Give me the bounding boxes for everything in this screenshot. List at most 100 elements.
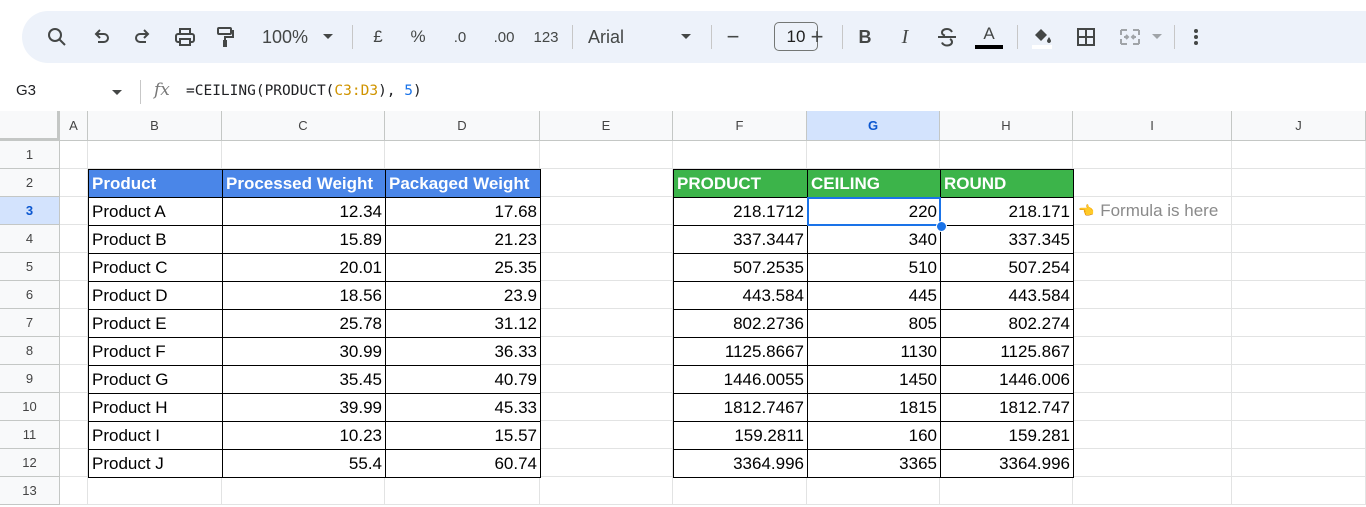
cell[interactable] xyxy=(1232,337,1366,365)
column-header-i[interactable]: I xyxy=(1073,111,1232,141)
zoom-select[interactable]: 100% xyxy=(255,11,315,63)
cell[interactable] xyxy=(940,477,1073,505)
percent-button[interactable]: % xyxy=(406,11,430,63)
left_table-cell[interactable]: 10.23 xyxy=(222,421,386,450)
right_table-cell[interactable]: 510 xyxy=(807,253,941,282)
right_table-cell[interactable]: 1812.747 xyxy=(940,393,1074,422)
left_table-cell[interactable]: Product C xyxy=(88,253,223,282)
cell[interactable] xyxy=(1073,281,1232,309)
right_table-cell[interactable]: 220 xyxy=(807,197,941,226)
cell[interactable] xyxy=(540,365,673,393)
row-header-9[interactable]: 9 xyxy=(0,365,60,393)
cell[interactable] xyxy=(540,141,673,169)
decrease-decimal-button[interactable]: .0 xyxy=(446,11,474,63)
cell[interactable] xyxy=(540,225,673,253)
row-header-11[interactable]: 11 xyxy=(0,421,60,449)
column-header-c[interactable]: C xyxy=(222,111,385,141)
left_table-cell[interactable]: Product J xyxy=(88,449,223,478)
right_table-cell[interactable]: 805 xyxy=(807,309,941,338)
left_table-cell[interactable]: Product H xyxy=(88,393,223,422)
column-header-f[interactable]: F xyxy=(673,111,807,141)
right_table-cell[interactable]: 443.584 xyxy=(940,281,1074,310)
left_table-cell[interactable]: Product A xyxy=(88,197,223,226)
column-header-a[interactable]: A xyxy=(60,111,88,141)
right_table-cell[interactable]: 340 xyxy=(807,225,941,254)
cell[interactable] xyxy=(1232,449,1366,477)
right_table-cell[interactable]: 507.2535 xyxy=(673,253,808,282)
cell[interactable] xyxy=(540,393,673,421)
font-chevron-down-icon[interactable] xyxy=(678,11,694,63)
right_table-cell[interactable]: 337.3447 xyxy=(673,225,808,254)
redo-icon[interactable] xyxy=(130,11,156,63)
cell[interactable] xyxy=(1232,365,1366,393)
left_table-cell[interactable]: 25.35 xyxy=(385,253,541,282)
cell[interactable] xyxy=(60,393,88,421)
paint-format-icon[interactable] xyxy=(212,11,238,63)
cell[interactable] xyxy=(540,309,673,337)
left_table-header-cell[interactable]: Processed Weight xyxy=(222,169,386,198)
cell[interactable] xyxy=(540,421,673,449)
left_table-cell[interactable]: Product G xyxy=(88,365,223,394)
right_table-cell[interactable]: 218.1712 xyxy=(673,197,808,226)
cell[interactable] xyxy=(1232,309,1366,337)
left_table-cell[interactable]: 21.23 xyxy=(385,225,541,254)
left_table-cell[interactable]: 31.12 xyxy=(385,309,541,338)
cell[interactable] xyxy=(1073,141,1232,169)
column-header-j[interactable]: J xyxy=(1232,111,1366,141)
cell[interactable] xyxy=(1073,449,1232,477)
cell[interactable] xyxy=(673,477,807,505)
undo-icon[interactable] xyxy=(88,11,114,63)
cell[interactable] xyxy=(88,141,222,169)
borders-icon[interactable] xyxy=(1074,11,1098,63)
cell[interactable] xyxy=(1073,309,1232,337)
merge-cells-icon[interactable] xyxy=(1116,11,1144,63)
cell[interactable] xyxy=(1073,169,1232,197)
right_table-cell[interactable]: 1446.006 xyxy=(940,365,1074,394)
left_table-cell[interactable]: Product F xyxy=(88,337,223,366)
row-header-7[interactable]: 7 xyxy=(0,309,60,337)
left_table-cell[interactable]: 23.9 xyxy=(385,281,541,310)
row-header-6[interactable]: 6 xyxy=(0,281,60,309)
right_table-cell[interactable]: 802.2736 xyxy=(673,309,808,338)
currency-button[interactable]: £ xyxy=(366,11,390,63)
cell[interactable] xyxy=(1232,281,1366,309)
row-header-10[interactable]: 10 xyxy=(0,393,60,421)
left_table-cell[interactable]: Product D xyxy=(88,281,223,310)
cell[interactable] xyxy=(60,141,88,169)
row-header-4[interactable]: 4 xyxy=(0,225,60,253)
right_table-cell[interactable]: 160 xyxy=(807,421,941,450)
cell[interactable] xyxy=(540,477,673,505)
cell[interactable] xyxy=(60,281,88,309)
cell[interactable] xyxy=(1232,477,1366,505)
cell[interactable] xyxy=(540,197,673,225)
right_table-cell[interactable]: 1815 xyxy=(807,393,941,422)
cell[interactable] xyxy=(540,281,673,309)
row-header-2[interactable]: 2 xyxy=(0,169,60,197)
right_table-header-cell[interactable]: PRODUCT xyxy=(673,169,808,198)
right_table-cell[interactable]: 1125.867 xyxy=(940,337,1074,366)
left_table-cell[interactable]: 55.4 xyxy=(222,449,386,478)
column-header-b[interactable]: B xyxy=(88,111,222,141)
cell[interactable] xyxy=(540,449,673,477)
cell[interactable] xyxy=(60,197,88,225)
chevron-down-icon[interactable] xyxy=(320,11,336,63)
cell[interactable] xyxy=(385,141,540,169)
cell[interactable] xyxy=(940,141,1073,169)
right_table-cell[interactable]: 1446.0055 xyxy=(673,365,808,394)
right_table-cell[interactable]: 1812.7467 xyxy=(673,393,808,422)
search-icon[interactable] xyxy=(44,11,70,63)
cell[interactable] xyxy=(1073,365,1232,393)
cell[interactable] xyxy=(60,421,88,449)
left_table-cell[interactable]: 30.99 xyxy=(222,337,386,366)
column-header-h[interactable]: H xyxy=(940,111,1073,141)
cell[interactable] xyxy=(60,337,88,365)
font-select[interactable]: Arial xyxy=(588,11,648,63)
right_table-cell[interactable]: 159.2811 xyxy=(673,421,808,450)
cell[interactable] xyxy=(1232,169,1366,197)
cell[interactable] xyxy=(88,477,222,505)
right_table-cell[interactable]: 443.584 xyxy=(673,281,808,310)
row-header-3[interactable]: 3 xyxy=(0,197,60,225)
right_table-cell[interactable]: 3364.996 xyxy=(940,449,1074,478)
more-options-icon[interactable] xyxy=(1186,11,1206,63)
cell[interactable] xyxy=(1232,253,1366,281)
